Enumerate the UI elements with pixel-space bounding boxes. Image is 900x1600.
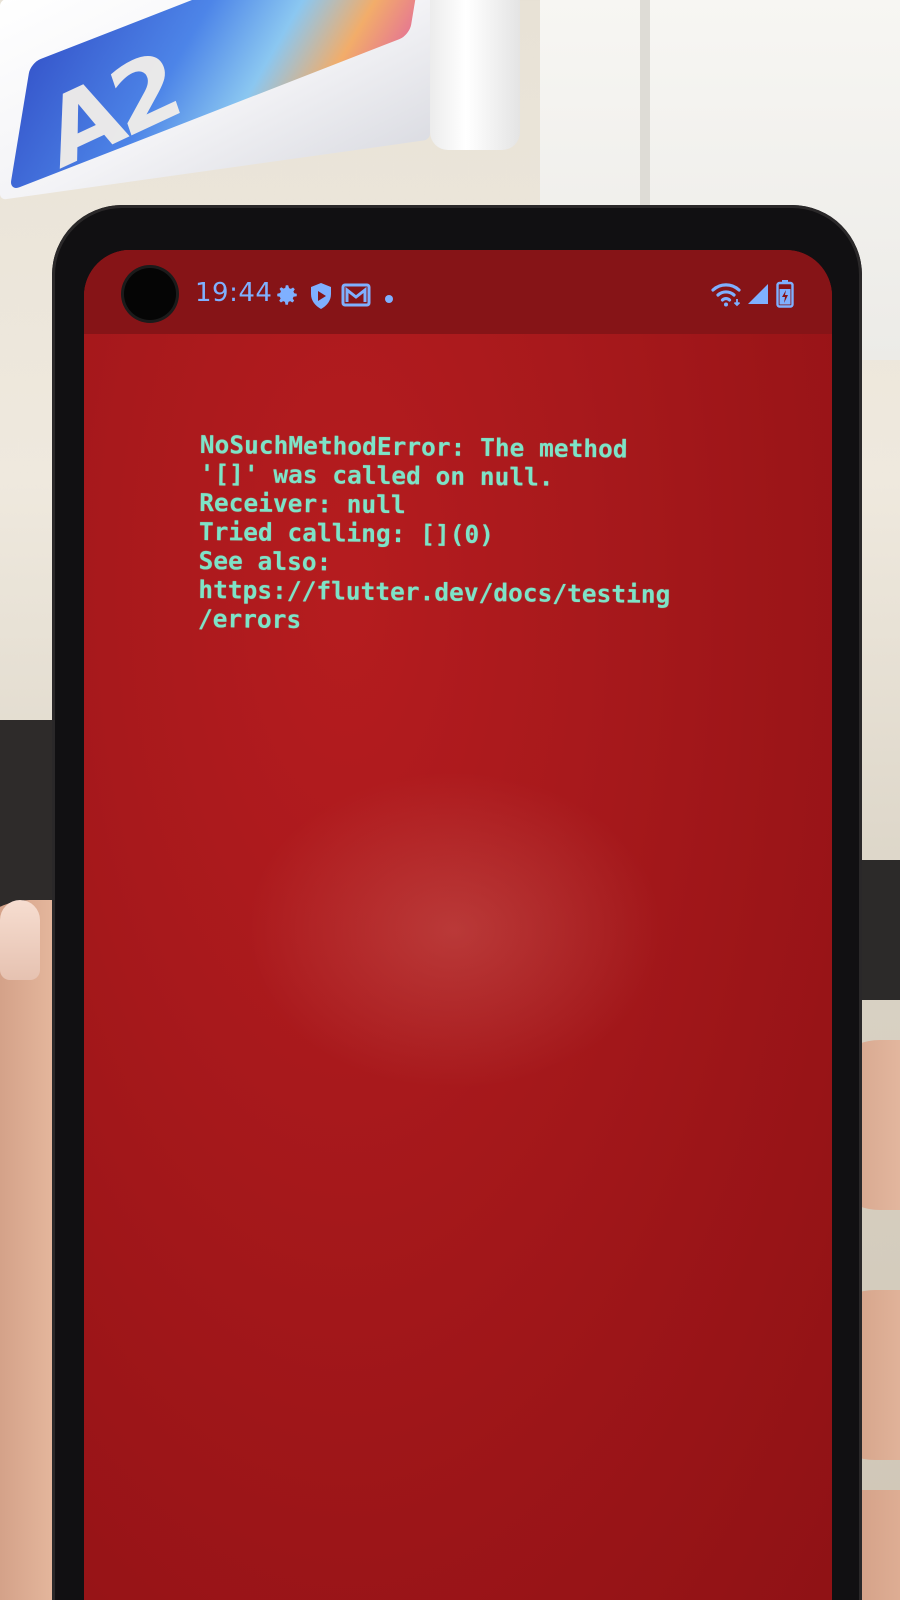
status-time: 19:44 — [195, 278, 273, 308]
error-line: Receiver: null — [199, 487, 406, 520]
dot-icon — [385, 295, 393, 303]
hand-thumbnail — [0, 900, 40, 980]
status-bar[interactable]: 19:44 — [84, 250, 832, 334]
battery-icon — [776, 280, 794, 312]
signal-icon — [746, 282, 770, 310]
error-link: /errors — [197, 603, 302, 635]
background-bottle — [430, 0, 520, 150]
shield-icon — [309, 282, 333, 314]
error-line: '[]' was called on null. — [199, 458, 554, 492]
mail-icon — [341, 282, 371, 312]
gear-icon — [274, 282, 300, 312]
wifi-icon — [710, 280, 742, 312]
error-line: See also: — [198, 545, 332, 577]
phone-screen[interactable]: 19:44 NoSuchMethodError: The method '[]'… — [84, 250, 832, 1600]
error-line: NoSuchMethodError: The method — [199, 430, 628, 464]
front-camera — [124, 268, 176, 320]
error-line: Tried calling: [](0) — [198, 516, 495, 550]
phone-box: A2 — [0, 0, 431, 200]
error-message: NoSuchMethodError: The method '[]' was c… — [198, 430, 760, 639]
